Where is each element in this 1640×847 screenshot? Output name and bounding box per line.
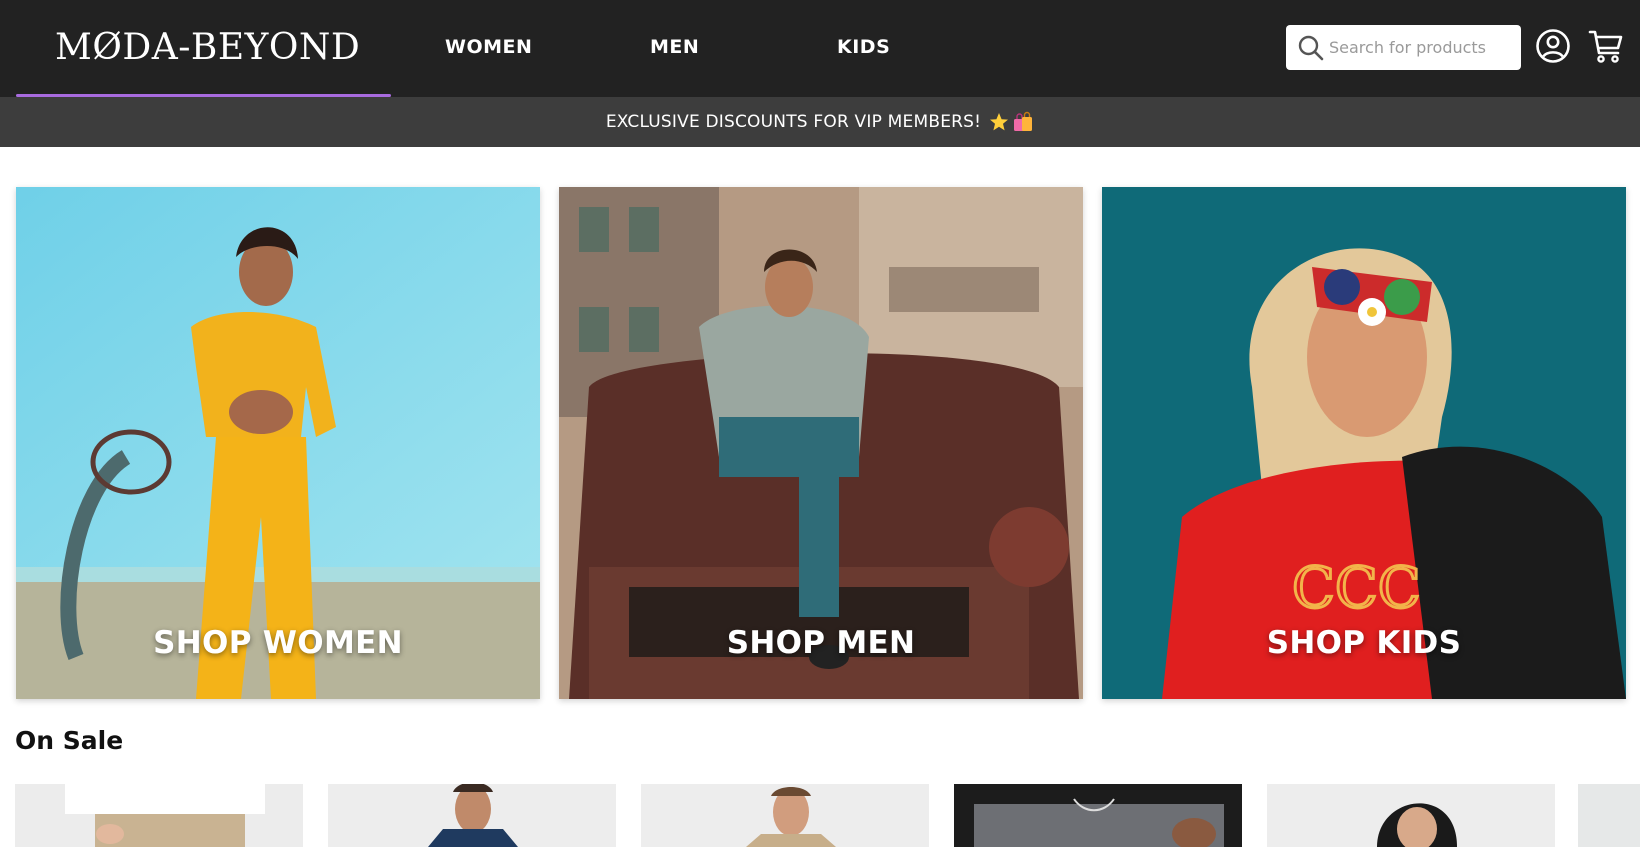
product-image-navy-shirt — [328, 784, 616, 847]
shop-men-label: SHOP MEN — [726, 625, 916, 661]
product-card[interactable] — [954, 784, 1242, 847]
product-card[interactable] — [1578, 784, 1640, 847]
search-icon[interactable] — [1297, 34, 1325, 62]
category-tile-men[interactable]: SHOP MEN — [559, 187, 1083, 699]
svg-text:CCC: CCC — [1292, 556, 1421, 621]
category-tile-women[interactable]: SHOP WOMEN — [16, 187, 540, 699]
nav-item-kids[interactable]: KIDS — [837, 34, 890, 60]
search-input[interactable] — [1329, 25, 1514, 70]
product-card[interactable] — [15, 784, 303, 847]
nav-item-men[interactable]: MEN — [650, 34, 699, 60]
product-image-black-top — [1267, 784, 1555, 847]
product-image-beige-jacket — [641, 784, 929, 847]
shop-kids-label: SHOP KIDS — [1266, 625, 1462, 661]
category-tile-kids[interactable]: CCC SHOP KIDS — [1102, 187, 1626, 699]
product-card[interactable] — [1267, 784, 1555, 847]
product-image-partial — [1578, 784, 1640, 847]
on-sale-heading: On Sale — [15, 726, 124, 755]
shopping-bags-icon — [1014, 111, 1033, 131]
product-image-gray-shorts — [954, 784, 1242, 847]
star-icon — [990, 113, 1009, 131]
women-category-image — [16, 187, 540, 699]
nav-item-women[interactable]: WOMEN — [445, 34, 532, 60]
kids-category-image: CCC — [1102, 187, 1626, 699]
account-icon[interactable] — [1534, 27, 1572, 65]
promo-banner: EXCLUSIVE DISCOUNTS FOR VIP MEMBERS! — [0, 97, 1640, 147]
product-image-beige-pants — [15, 784, 303, 847]
promo-text: EXCLUSIVE DISCOUNTS FOR VIP MEMBERS! — [605, 112, 982, 132]
product-card[interactable] — [328, 784, 616, 847]
brand-logo[interactable]: MØDA-BEYOND — [55, 26, 360, 70]
product-card[interactable] — [641, 784, 929, 847]
cart-icon[interactable] — [1587, 27, 1625, 65]
site-header: MØDA-BEYOND WOMEN MEN KIDS — [0, 0, 1640, 97]
men-category-image — [559, 187, 1083, 699]
shop-women-label: SHOP WOMEN — [153, 625, 403, 661]
search-box — [1286, 25, 1521, 70]
